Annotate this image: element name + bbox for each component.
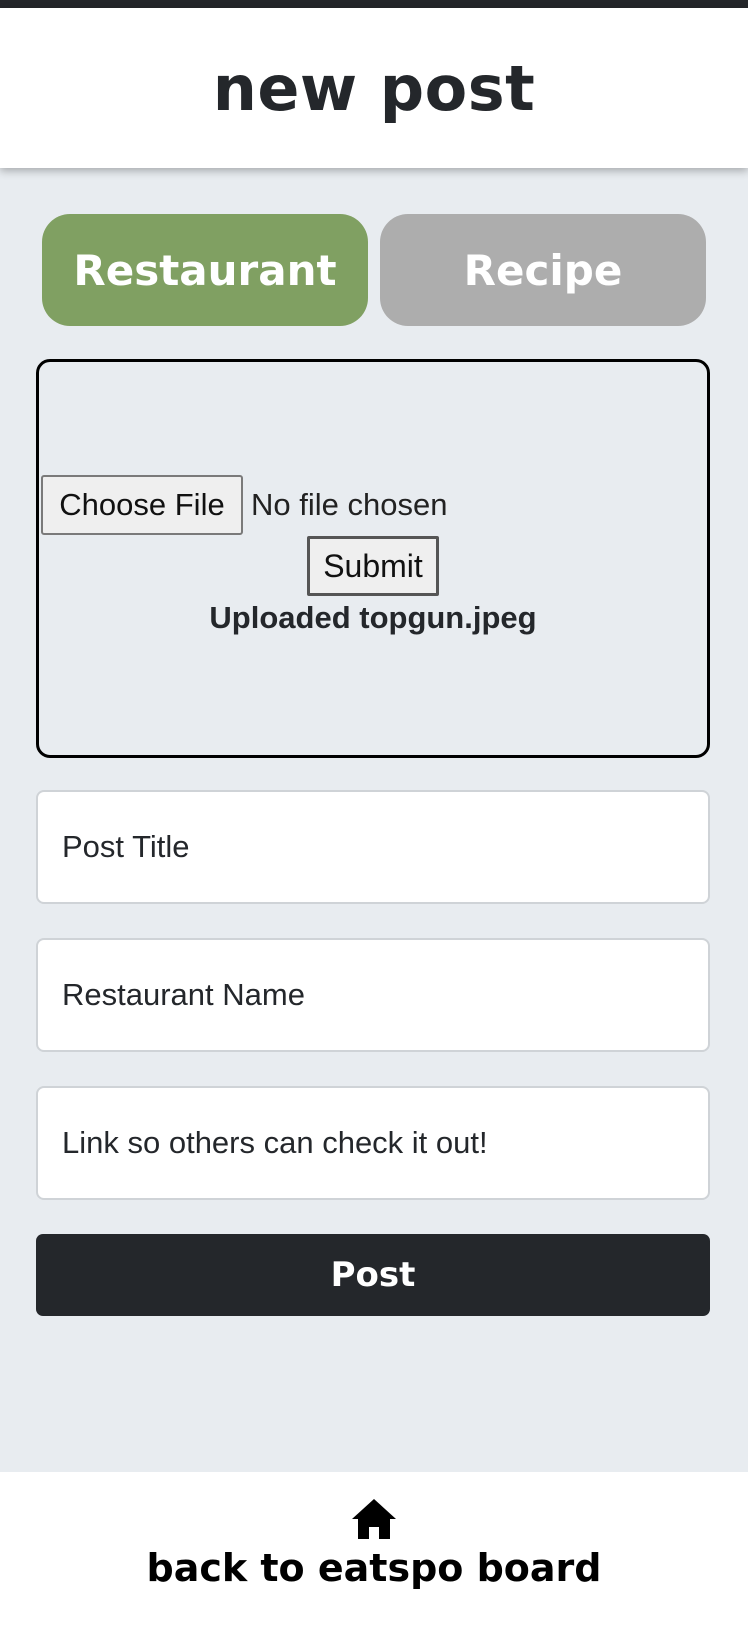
restaurant-toggle-button[interactable]: Restaurant (42, 214, 368, 326)
link-input[interactable] (36, 1086, 710, 1200)
page-title: new post (212, 51, 536, 125)
back-to-board-link[interactable]: back to eatspo board (147, 1546, 602, 1590)
home-icon[interactable] (349, 1496, 399, 1542)
post-button[interactable]: Post (36, 1234, 710, 1316)
upload-submit-button[interactable]: Submit (307, 536, 439, 596)
choose-file-button[interactable]: Choose File (41, 475, 243, 535)
footer-nav: back to eatspo board (0, 1472, 748, 1626)
top-status-strip (0, 0, 748, 8)
page-header: new post (0, 8, 748, 168)
file-input-row: Choose File No file chosen (41, 475, 447, 535)
recipe-toggle-button[interactable]: Recipe (380, 214, 706, 326)
post-title-input[interactable] (36, 790, 710, 904)
restaurant-name-input[interactable] (36, 938, 710, 1052)
uploaded-file-message: Uploaded topgun.jpeg (209, 600, 537, 635)
image-upload-box: Choose File No file chosen Submit Upload… (36, 359, 710, 758)
file-status-text: No file chosen (251, 487, 448, 522)
